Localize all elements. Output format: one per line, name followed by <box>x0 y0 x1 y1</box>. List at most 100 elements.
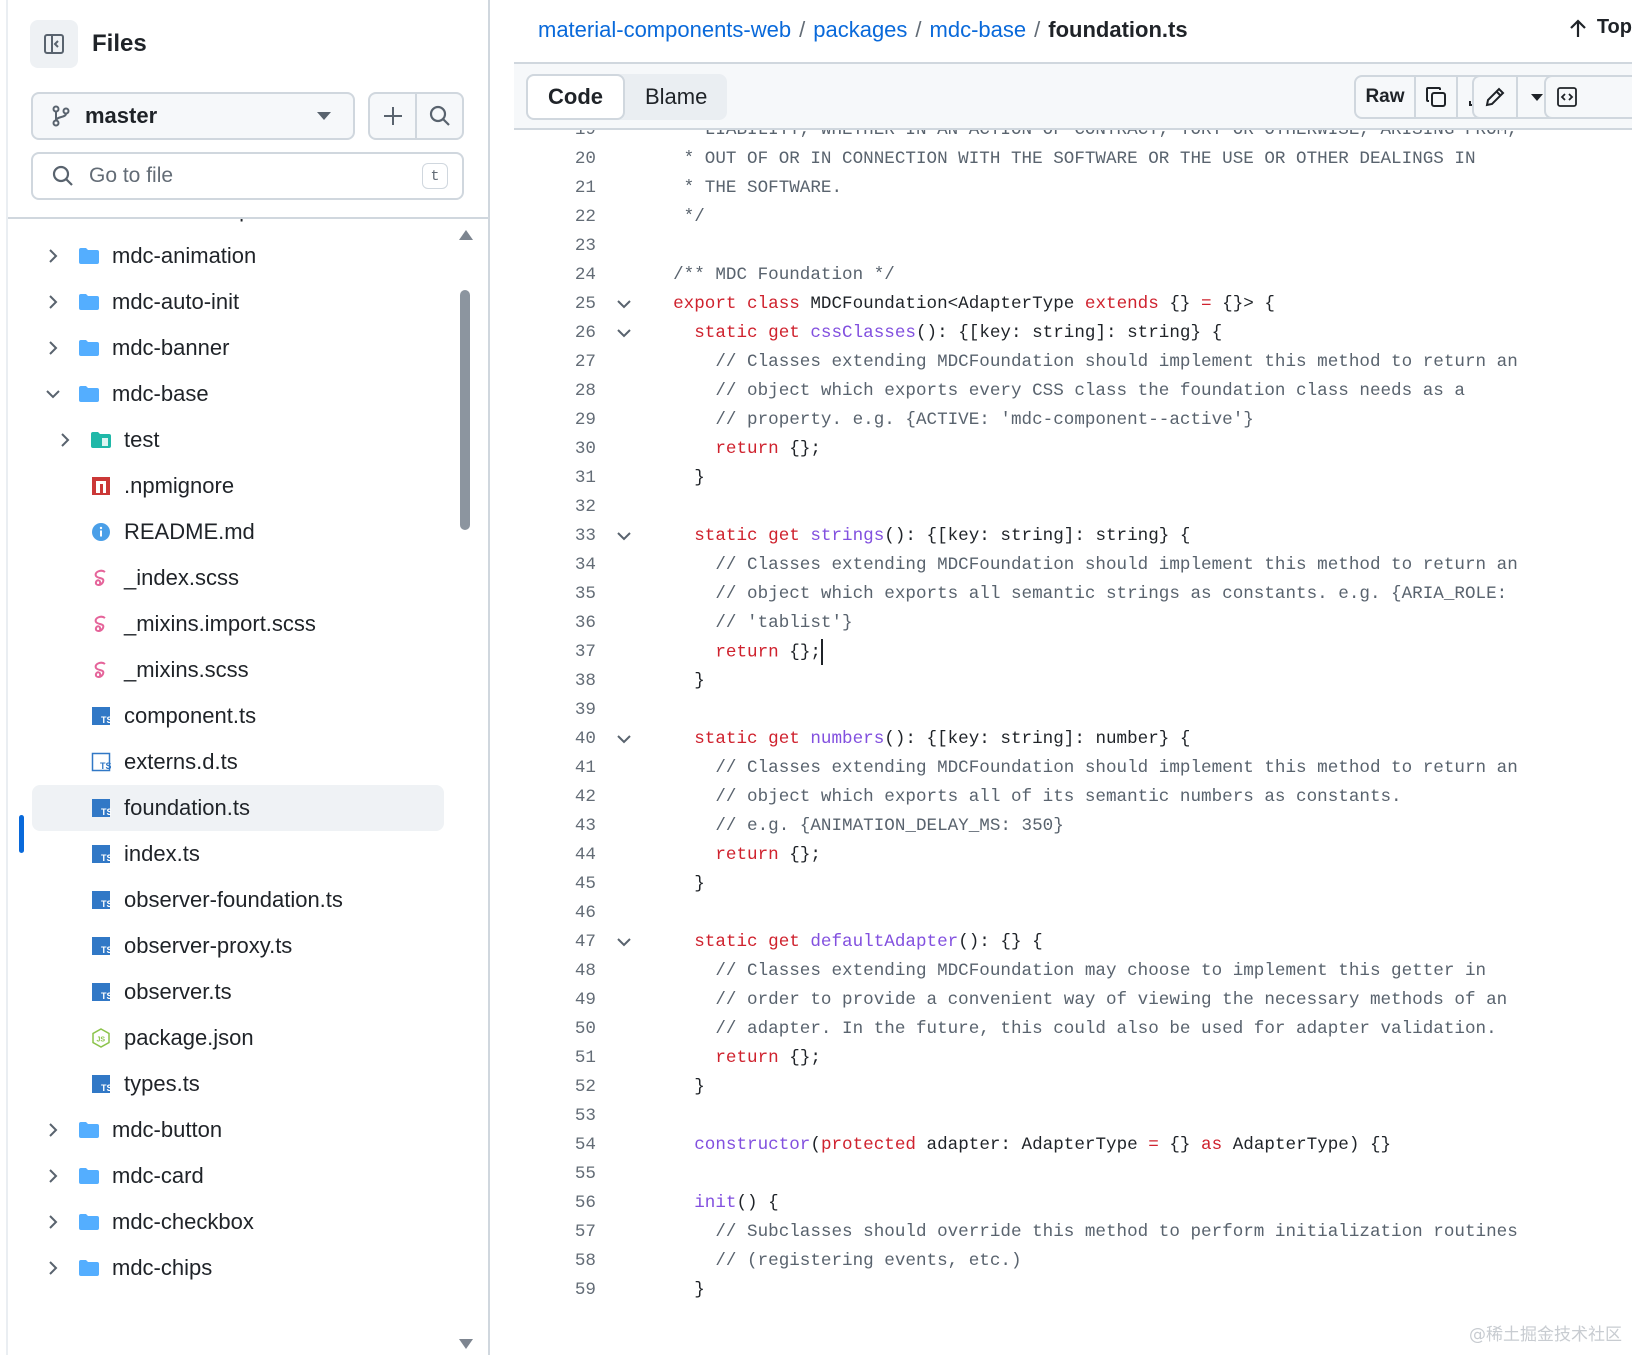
scroll-up-arrow-icon[interactable] <box>459 230 473 240</box>
line-number[interactable]: 45 <box>514 874 596 894</box>
edit-file-button[interactable] <box>1474 77 1518 117</box>
tree-folder[interactable]: material-components-web <box>8 219 442 233</box>
breadcrumb-packages-link[interactable]: packages <box>813 17 907 43</box>
code-text[interactable]: // object which exports all of its seman… <box>652 787 1401 807</box>
line-number[interactable]: 46 <box>514 903 596 923</box>
tree-file[interactable]: TS index.ts <box>8 831 442 877</box>
code-text[interactable]: static get cssClasses(): {[key: string]:… <box>652 323 1222 343</box>
line-number[interactable]: 58 <box>514 1251 596 1271</box>
code-text[interactable]: // Subclasses should override this metho… <box>652 1222 1517 1242</box>
code-text[interactable]: */ <box>652 207 705 227</box>
tab-blame[interactable]: Blame <box>625 74 727 120</box>
code-text[interactable]: export class MDCFoundation<AdapterType e… <box>652 294 1275 314</box>
line-number[interactable]: 24 <box>514 265 596 285</box>
line-number[interactable]: 26 <box>514 323 596 343</box>
tree-file[interactable]: TS observer.ts <box>8 969 442 1015</box>
line-number[interactable]: 49 <box>514 990 596 1010</box>
chevron-right-icon[interactable] <box>42 1168 64 1184</box>
line-number[interactable]: 48 <box>514 961 596 981</box>
code-text[interactable]: // 'tablist'} <box>652 613 852 633</box>
tree-folder[interactable]: mdc-base <box>8 371 442 417</box>
scrollbar-thumb[interactable] <box>460 290 470 530</box>
code-text[interactable]: static get defaultAdapter(): {} { <box>652 932 1042 952</box>
tree-folder[interactable]: test <box>8 417 442 463</box>
line-number[interactable]: 32 <box>514 497 596 517</box>
search-button[interactable] <box>417 94 462 138</box>
line-number[interactable]: 59 <box>514 1280 596 1300</box>
line-number[interactable]: 35 <box>514 584 596 604</box>
tree-folder[interactable]: mdc-card <box>8 1153 442 1199</box>
tree-folder[interactable]: mdc-checkbox <box>8 1199 442 1245</box>
line-number[interactable]: 38 <box>514 671 596 691</box>
code-text[interactable]: return {}; <box>652 439 821 459</box>
tree-folder[interactable]: mdc-auto-init <box>8 279 442 325</box>
code-text[interactable]: return {}; <box>652 639 823 665</box>
line-number[interactable]: 20 <box>514 149 596 169</box>
code-text[interactable]: // e.g. {ANIMATION_DELAY_MS: 350} <box>652 816 1063 836</box>
raw-button[interactable]: Raw <box>1356 77 1416 117</box>
line-number[interactable]: 44 <box>514 845 596 865</box>
breadcrumb-repo-link[interactable]: material-components-web <box>538 17 791 43</box>
code-text[interactable]: * THE SOFTWARE. <box>652 178 842 198</box>
line-number[interactable]: 54 <box>514 1135 596 1155</box>
tree-file[interactable]: TS types.ts <box>8 1061 442 1107</box>
fold-chevron-icon[interactable] <box>596 299 652 309</box>
code-text[interactable]: } <box>652 671 705 691</box>
code-text[interactable]: return {}; <box>652 1048 821 1068</box>
code-text[interactable]: static get strings(): {[key: string]: st… <box>652 526 1190 546</box>
code-text[interactable]: // adapter. In the future, this could al… <box>652 1019 1496 1039</box>
code-text[interactable]: /** MDC Foundation */ <box>652 265 895 285</box>
line-number[interactable]: 28 <box>514 381 596 401</box>
code-text[interactable]: } <box>652 1077 705 1097</box>
line-number[interactable]: 36 <box>514 613 596 633</box>
tree-file[interactable]: JS package.json <box>8 1015 442 1061</box>
line-number[interactable]: 37 <box>514 642 596 662</box>
tree-file[interactable]: .npmignore <box>8 463 442 509</box>
tree-folder[interactable]: mdc-banner <box>8 325 442 371</box>
line-number[interactable]: 51 <box>514 1048 596 1068</box>
code-text[interactable]: } <box>652 1280 705 1300</box>
line-number[interactable]: 29 <box>514 410 596 430</box>
code-text[interactable]: // property. e.g. {ACTIVE: 'mdc-componen… <box>652 410 1253 430</box>
code-text[interactable]: // Classes extending MDCFoundation shoul… <box>652 555 1517 575</box>
line-number[interactable]: 56 <box>514 1193 596 1213</box>
code-text[interactable]: // Classes extending MDCFoundation shoul… <box>652 758 1517 778</box>
tree-folder[interactable]: mdc-animation <box>8 233 442 279</box>
line-number[interactable]: 40 <box>514 729 596 749</box>
line-number[interactable]: 52 <box>514 1077 596 1097</box>
line-number[interactable]: 47 <box>514 932 596 952</box>
breadcrumb-mdc-base-link[interactable]: mdc-base <box>930 17 1027 43</box>
code-text[interactable]: // Classes extending MDCFoundation may c… <box>652 961 1486 981</box>
tree-scrollbar[interactable] <box>455 222 477 1355</box>
tree-file[interactable]: TS observer-foundation.ts <box>8 877 442 923</box>
code-text[interactable]: return {}; <box>652 845 821 865</box>
code-text[interactable]: } <box>652 468 705 488</box>
tree-file[interactable]: TS observer-proxy.ts <box>8 923 442 969</box>
copy-raw-button[interactable] <box>1416 77 1458 117</box>
tree-file[interactable]: README.md <box>8 509 442 555</box>
scroll-down-arrow-icon[interactable] <box>459 1339 473 1349</box>
code-text[interactable]: static get numbers(): {[key: string]: nu… <box>652 729 1190 749</box>
line-number[interactable]: 22 <box>514 207 596 227</box>
tree-file[interactable]: TS component.ts <box>8 693 442 739</box>
line-number[interactable]: 42 <box>514 787 596 807</box>
line-number[interactable]: 55 <box>514 1164 596 1184</box>
line-number[interactable]: 43 <box>514 816 596 836</box>
line-number[interactable]: 25 <box>514 294 596 314</box>
tab-code[interactable]: Code <box>526 74 625 120</box>
chevron-down-icon[interactable] <box>42 389 64 399</box>
line-number[interactable]: 41 <box>514 758 596 778</box>
line-number[interactable]: 23 <box>514 236 596 256</box>
code-text[interactable]: * OUT OF OR IN CONNECTION WITH THE SOFTW… <box>652 149 1476 169</box>
tree-file[interactable]: _mixins.scss <box>8 647 442 693</box>
line-number[interactable]: 50 <box>514 1019 596 1039</box>
line-number[interactable]: 30 <box>514 439 596 459</box>
line-number[interactable]: 27 <box>514 352 596 372</box>
symbols-button[interactable] <box>1546 77 1588 117</box>
code-text[interactable]: init() { <box>652 1193 778 1213</box>
line-number[interactable]: 57 <box>514 1222 596 1242</box>
chevron-right-icon[interactable] <box>42 248 64 264</box>
symbols-panel-toggle[interactable] <box>1544 75 1632 119</box>
line-number[interactable]: 39 <box>514 700 596 720</box>
line-number[interactable]: 53 <box>514 1106 596 1126</box>
